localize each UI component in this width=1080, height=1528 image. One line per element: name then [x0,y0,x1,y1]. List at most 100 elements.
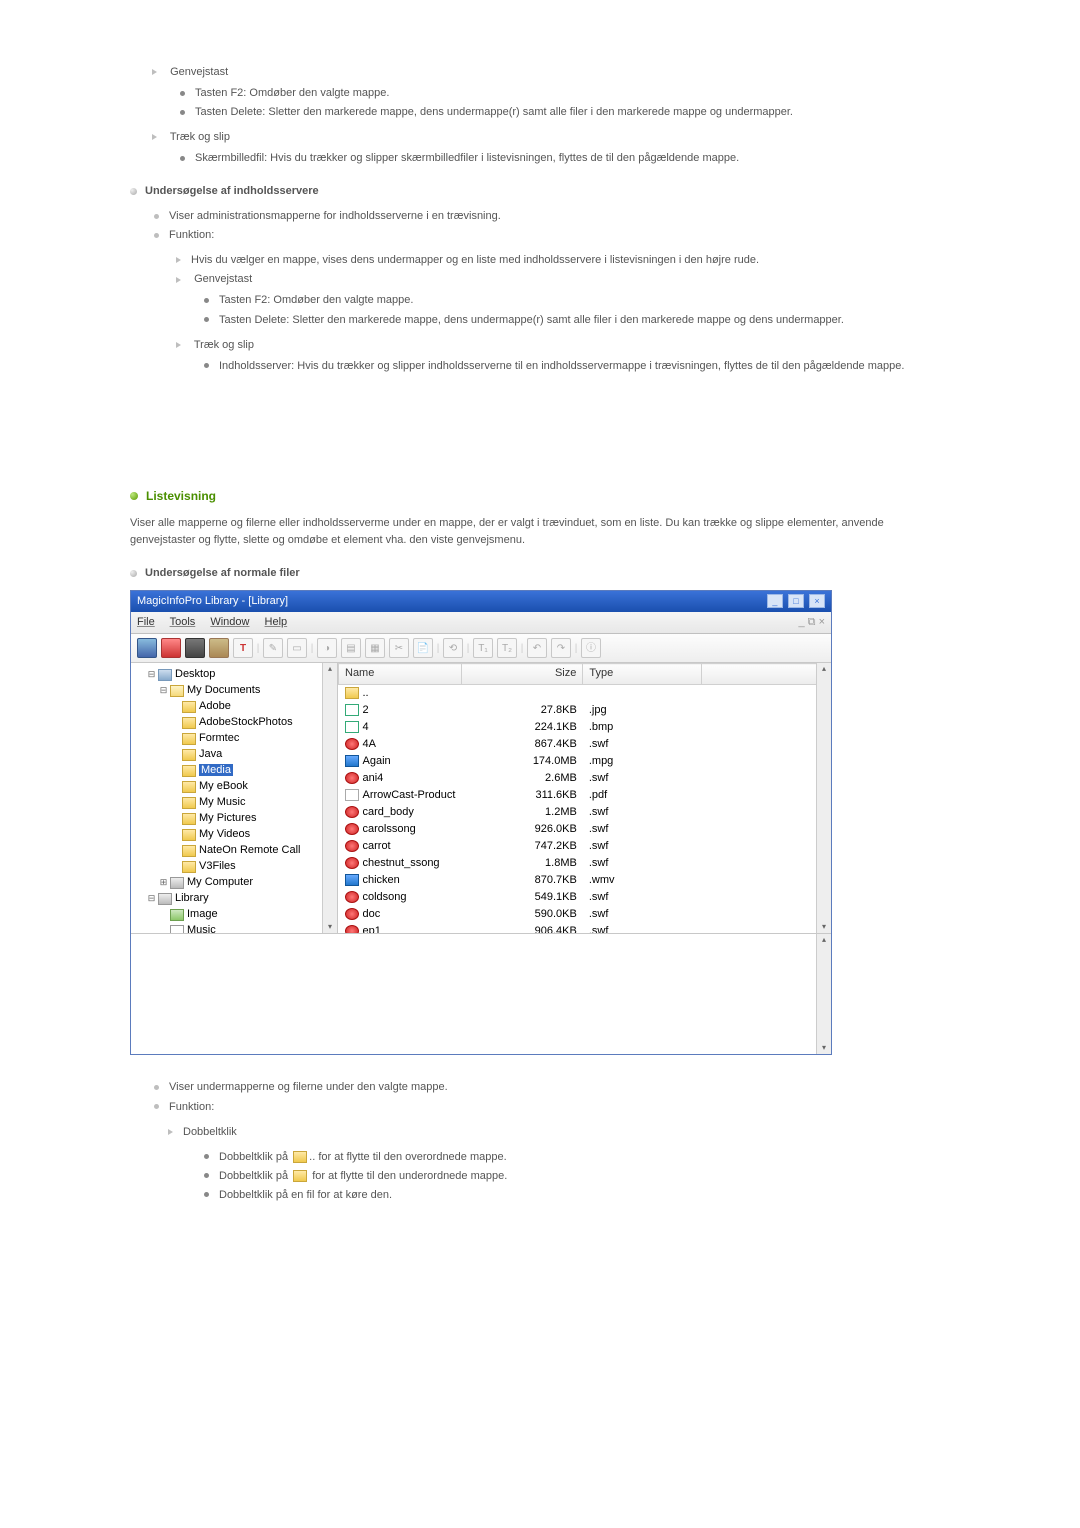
file-type: .swf [583,736,702,753]
titlebar: MagicInfoPro Library - [Library] _ □ × [131,591,831,612]
file-type: .swf [583,770,702,787]
file-icon [345,738,359,750]
folder-icon [182,765,196,777]
folder-icon [182,717,196,729]
tool-icon[interactable]: ◑ [317,638,337,658]
sub: Tasten Delete: Sletter den markerede map… [204,312,950,329]
file-icon [345,823,359,835]
tree-item[interactable]: Java [199,748,222,760]
table-row[interactable]: chestnut_ssong1.8MB.swf [339,855,817,872]
tool-icon[interactable]: T₁ [473,638,493,658]
tree-item[interactable]: My Videos [199,828,250,840]
tree-item[interactable]: AdobeStockPhotos [199,716,293,728]
scrollbar[interactable] [816,934,831,1054]
item: Hvis du vælger en mappe, vises dens unde… [176,252,950,269]
tree-item[interactable]: My Pictures [199,812,256,824]
top-list-3: Viser undermapperne og filerne under den… [130,1079,950,1115]
tool-icon[interactable]: ▭ [287,638,307,658]
menu-help[interactable]: Help [265,616,288,628]
tree-item[interactable]: My eBook [199,780,248,792]
tree-item[interactable]: Adobe [199,700,231,712]
col-name[interactable]: Name [339,664,462,684]
window-buttons[interactable]: _ □ × [765,593,825,610]
tool-icon[interactable] [161,638,181,658]
table-row[interactable]: chicken870.7KB.wmv [339,872,817,889]
scrollbar[interactable] [816,663,831,933]
list-pane[interactable]: Name Size Type ..227.8KB.jpg4224.1KB.bmp… [338,663,831,933]
close-icon[interactable]: × [809,594,825,608]
col-size[interactable]: Size [461,664,582,684]
tool-icon[interactable]: T₂ [497,638,517,658]
tree-item[interactable]: Media [199,764,233,776]
file-type: .swf [583,821,702,838]
file-type: .swf [583,906,702,923]
tool-text-icon[interactable]: T [233,638,253,658]
table-row[interactable]: 4224.1KB.bmp [339,719,817,736]
mdi-buttons[interactable]: _ ⧉ × [798,614,825,631]
label: Træk og slip [194,339,254,351]
table-row[interactable]: carrot747.2KB.swf [339,838,817,855]
tree-item[interactable]: V3Files [199,860,236,872]
tree-mydocs[interactable]: My Documents [187,684,260,696]
tree-mycomputer[interactable]: My Computer [187,876,253,888]
tool-icon[interactable]: ✂ [389,638,409,658]
tree-item[interactable]: NateOn Remote Call [199,844,301,856]
minimize-icon[interactable]: _ [767,594,783,608]
tree-library[interactable]: Library [175,892,209,904]
toolbar: T | ✎ ▭ | ◑ ▤ ▦ ✂ 📄 | ⟲ | T₁ T₂ | ↶ ↷ | … [131,634,831,663]
tool-icon[interactable]: 📄 [413,638,433,658]
file-icon [345,925,359,933]
sub: Dobbeltklik på .. for at flytte til den … [204,1149,950,1166]
tree-item[interactable]: Music [187,924,216,933]
tree-item[interactable]: Formtec [199,732,239,744]
file-size: 311.6KB [461,787,582,804]
menu-tools[interactable]: Tools [170,616,196,628]
undo-icon[interactable]: ↶ [527,638,547,658]
folderup-icon [293,1151,307,1163]
maximize-icon[interactable]: □ [788,594,804,608]
tool-icon[interactable] [209,638,229,658]
table-row[interactable]: ep1906.4KB.swf [339,923,817,933]
sub: Indholdsserver: Hvis du trækker og slipp… [204,358,950,375]
table-row[interactable]: doc590.0KB.swf [339,906,817,923]
file-name: ep1 [363,925,381,933]
menus: File Tools Window Help [137,614,299,631]
tool-icon[interactable]: ▦ [365,638,385,658]
folder-icon [182,749,196,761]
sublist: Tasten F2: Omdøber den valgte mappe. Tas… [176,292,950,328]
menu-file[interactable]: File [137,616,155,628]
menu-window[interactable]: Window [210,616,249,628]
file-icon [345,755,359,767]
table-row[interactable]: carolssong926.0KB.swf [339,821,817,838]
file-name: ArrowCast-Product [363,789,456,801]
tree-pane[interactable]: ⊟Desktop ⊟My Documents Adobe AdobeStockP… [131,663,338,933]
table-row[interactable]: ArrowCast-Product 311.6KB.pdf [339,787,817,804]
tool-icon[interactable]: ▤ [341,638,361,658]
table-row[interactable]: 227.8KB.jpg [339,702,817,719]
tool-icon[interactable] [185,638,205,658]
table-row[interactable]: 4A867.4KB.swf [339,736,817,753]
sub: Dobbeltklik på for at flytte til den und… [204,1168,950,1185]
tool-icon[interactable]: ⟲ [443,638,463,658]
file-type: .pdf [583,787,702,804]
info-icon[interactable]: ⓘ [581,638,601,658]
item: Genvejstast Tasten F2: Omdøber den valgt… [176,271,950,328]
table-row[interactable]: coldsong549.1KB.swf [339,889,817,906]
table-row[interactable]: card_body1.2MB.swf [339,804,817,821]
tree-item[interactable]: Image [187,908,218,920]
redo-icon[interactable]: ↷ [551,638,571,658]
table-row[interactable]: Again174.0MB.mpg [339,753,817,770]
label: Genvejstast [170,66,228,78]
file-size: 870.7KB [461,872,582,889]
file-name: doc [363,908,381,920]
file-name: card_body [363,806,414,818]
tool-icon[interactable] [137,638,157,658]
tree-item[interactable]: My Music [199,796,245,808]
tool-icon[interactable]: ✎ [263,638,283,658]
table-row[interactable]: .. [339,684,817,702]
table-row[interactable]: ani42.6MB.swf [339,770,817,787]
col-type[interactable]: Type [583,664,702,684]
scrollbar[interactable] [322,663,337,933]
tree-desktop[interactable]: Desktop [175,668,215,680]
top-list-2: Viser administrationsmapperne for indhol… [130,208,950,244]
